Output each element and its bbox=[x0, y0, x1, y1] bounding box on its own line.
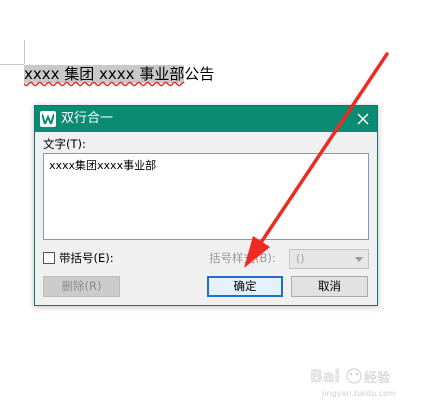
red-arrow-annotation bbox=[244, 52, 389, 268]
baidu-logo-icon: Bai 经验 jingyan.baidu.com bbox=[310, 367, 396, 398]
svg-text:经验: 经验 bbox=[364, 370, 390, 386]
svg-text:jingyan.baidu.com: jingyan.baidu.com bbox=[321, 389, 396, 398]
svg-text:Bai: Bai bbox=[310, 367, 340, 387]
baidu-jingyan-watermark: Bai 经验 jingyan.baidu.com bbox=[308, 362, 433, 402]
